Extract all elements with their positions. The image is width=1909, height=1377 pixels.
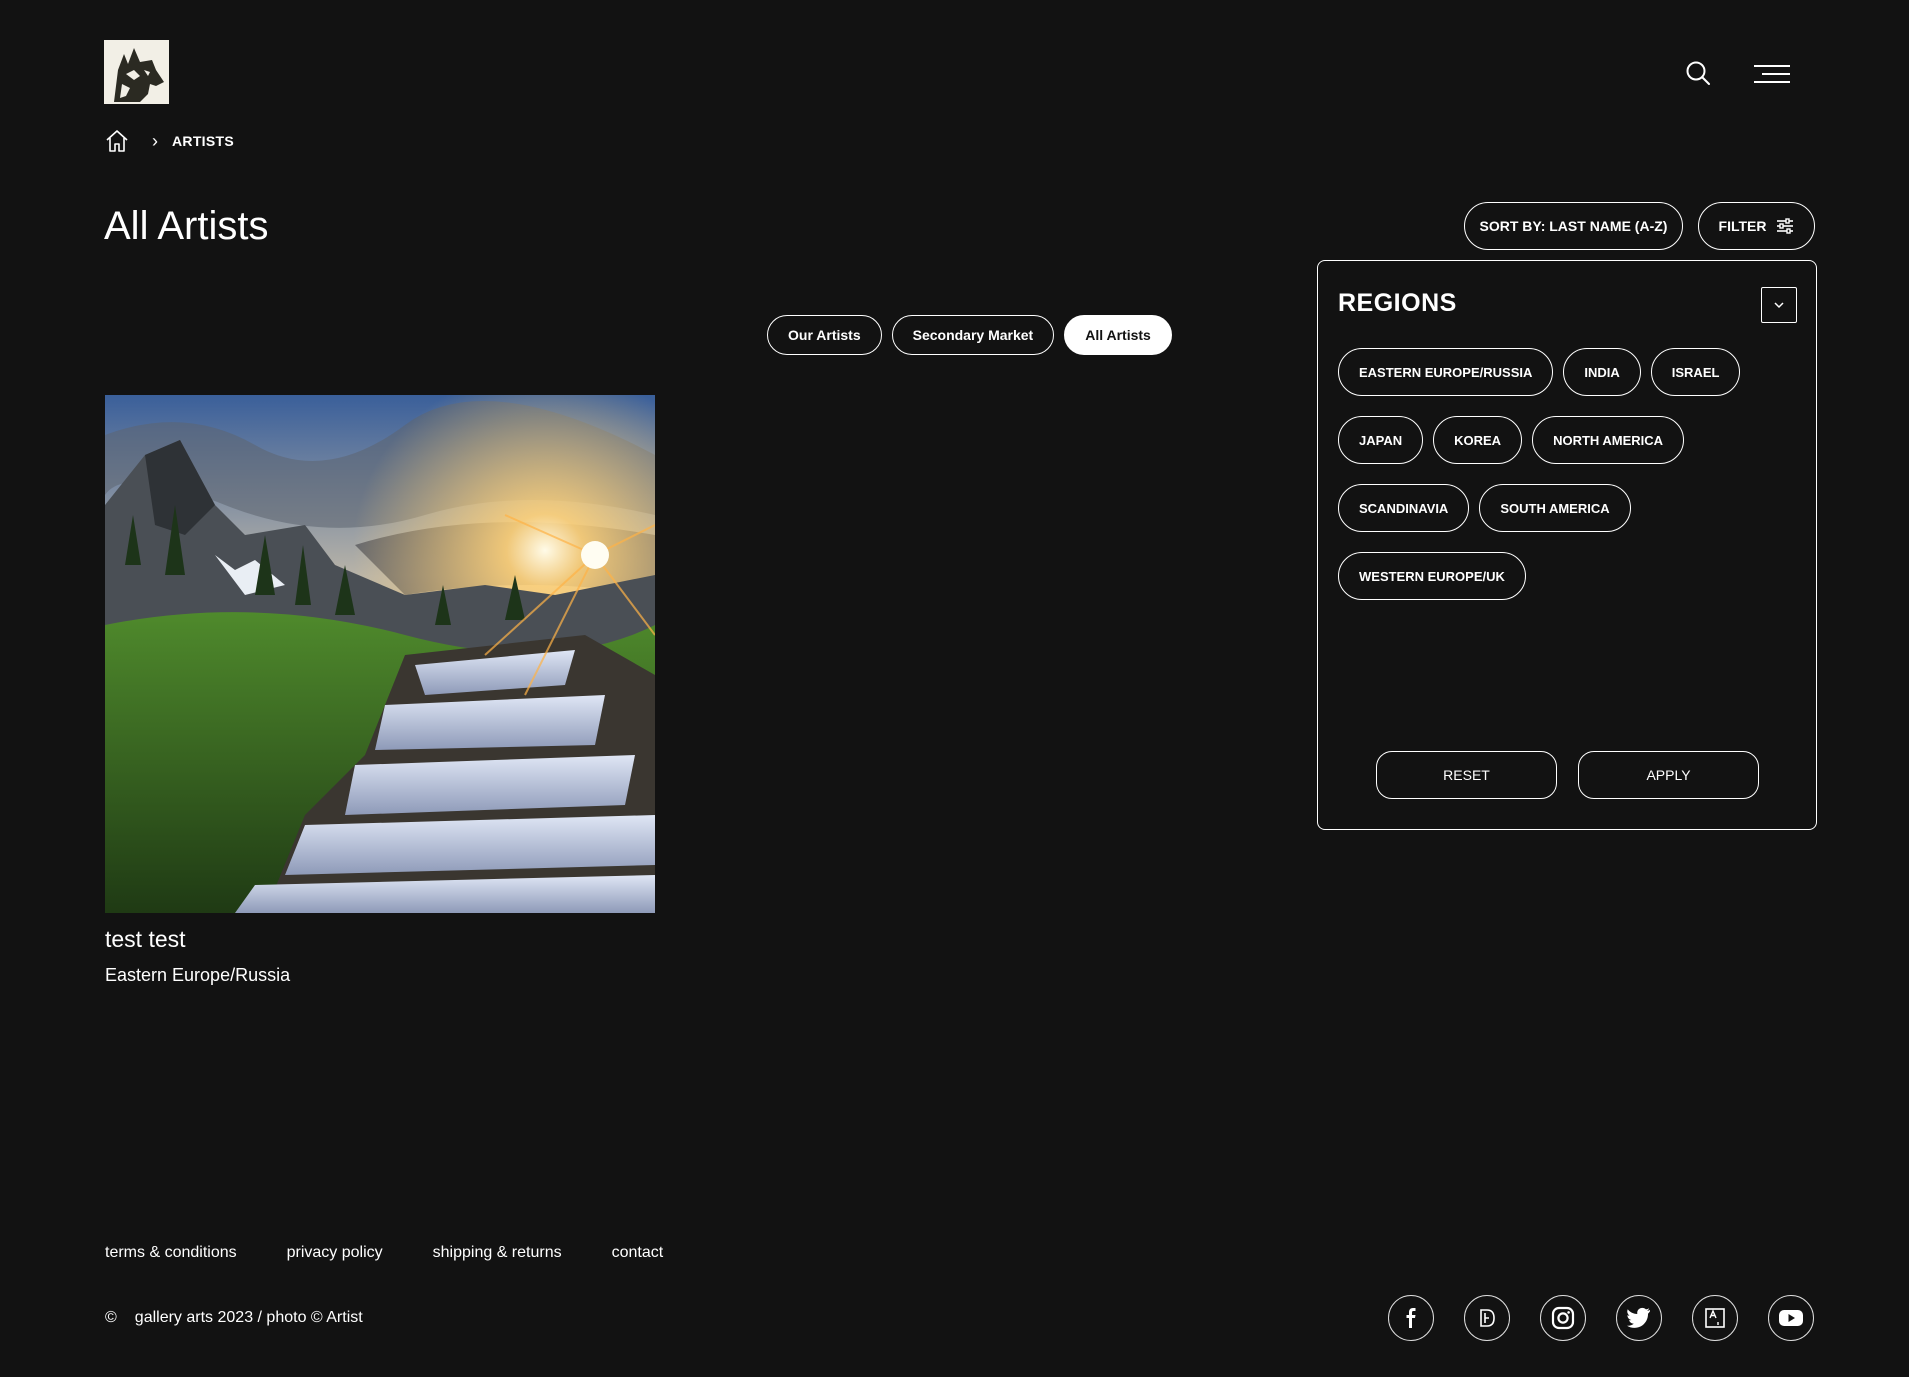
home-icon <box>106 130 128 152</box>
regions-title: REGIONS <box>1338 289 1457 317</box>
deviantart-icon <box>1480 1309 1495 1327</box>
region-chip-japan[interactable]: JAPAN <box>1338 416 1424 464</box>
wolf-logo-icon <box>104 40 169 104</box>
footer-link-privacy[interactable]: privacy policy <box>287 1244 383 1262</box>
region-chip-eastern-europe-russia[interactable]: EASTERN EUROPE/RUSSIA <box>1338 348 1554 396</box>
footer-link-shipping[interactable]: shipping & returns <box>433 1244 562 1262</box>
region-chips: EASTERN EUROPE/RUSSIA INDIA ISRAEL JAPAN… <box>1338 348 1798 600</box>
region-chip-scandinavia[interactable]: SCANDINAVIA <box>1338 484 1470 532</box>
footer-links: terms & conditions privacy policy shippi… <box>105 1244 663 1262</box>
menu-button[interactable] <box>1752 60 1792 88</box>
region-chip-south-america[interactable]: SOUTH AMERICA <box>1479 484 1631 532</box>
apply-button[interactable]: APPLY <box>1578 751 1759 799</box>
twitter-link[interactable] <box>1616 1295 1662 1341</box>
breadcrumb-home-link[interactable] <box>104 128 130 154</box>
youtube-link[interactable] <box>1768 1295 1814 1341</box>
region-chip-india[interactable]: INDIA <box>1563 348 1641 396</box>
breadcrumb: › ARTISTS <box>104 128 234 154</box>
region-chip-north-america[interactable]: NORTH AMERICA <box>1532 416 1685 464</box>
filter-panel: REGIONS EASTERN EUROPE/RUSSIA INDIA ISRA… <box>1317 260 1817 830</box>
tab-all-artists[interactable]: All Artists <box>1064 315 1172 355</box>
tab-our-artists[interactable]: Our Artists <box>767 315 882 355</box>
twitter-icon <box>1627 1307 1650 1328</box>
search-icon <box>1686 61 1710 85</box>
artist-region: Eastern Europe/Russia <box>105 965 291 985</box>
filter-button[interactable]: FILTER <box>1698 202 1815 250</box>
site-logo[interactable] <box>104 40 169 104</box>
copyright-symbol: © <box>105 1309 117 1326</box>
youtube-icon <box>1779 1310 1803 1326</box>
facebook-icon <box>1406 1308 1416 1328</box>
waterfall-landscape-image <box>105 395 655 913</box>
copyright: © gallery arts 2023 / photo © Artist <box>105 1309 363 1327</box>
filter-label: FILTER <box>1718 218 1767 234</box>
tab-secondary-market[interactable]: Secondary Market <box>891 315 1055 355</box>
footer-link-terms[interactable]: terms & conditions <box>105 1244 237 1262</box>
page-title: All Artists <box>104 204 269 248</box>
artist-name[interactable]: test test <box>105 926 186 953</box>
copyright-text: gallery arts 2023 / photo © Artist <box>134 1309 363 1326</box>
instagram-link[interactable] <box>1540 1295 1586 1341</box>
regions-collapse-toggle[interactable] <box>1761 287 1797 323</box>
deviantart-link[interactable] <box>1464 1295 1510 1341</box>
artstation-link[interactable] <box>1692 1295 1738 1341</box>
chevron-down-icon <box>1774 302 1784 309</box>
artist-tabs: Our Artists Secondary Market All Artists <box>767 315 1172 355</box>
social-links <box>1388 1295 1814 1341</box>
footer-link-contact[interactable]: contact <box>612 1244 664 1262</box>
hamburger-menu-icon <box>1754 65 1790 83</box>
sort-button[interactable]: SORT BY: LAST NAME (A-Z) <box>1464 202 1683 250</box>
sliders-icon <box>1777 218 1794 234</box>
region-chip-western-europe-uk[interactable]: WESTERN EUROPE/UK <box>1338 552 1526 600</box>
artstation-icon <box>1705 1308 1725 1328</box>
instagram-icon <box>1551 1306 1575 1330</box>
breadcrumb-separator: › <box>152 130 158 151</box>
region-chip-israel[interactable]: ISRAEL <box>1650 348 1741 396</box>
facebook-link[interactable] <box>1388 1295 1434 1341</box>
search-button[interactable] <box>1683 58 1713 88</box>
artist-image[interactable] <box>105 395 655 913</box>
region-chip-korea[interactable]: KOREA <box>1433 416 1523 464</box>
reset-button[interactable]: RESET <box>1376 751 1557 799</box>
breadcrumb-current: ARTISTS <box>172 133 234 149</box>
